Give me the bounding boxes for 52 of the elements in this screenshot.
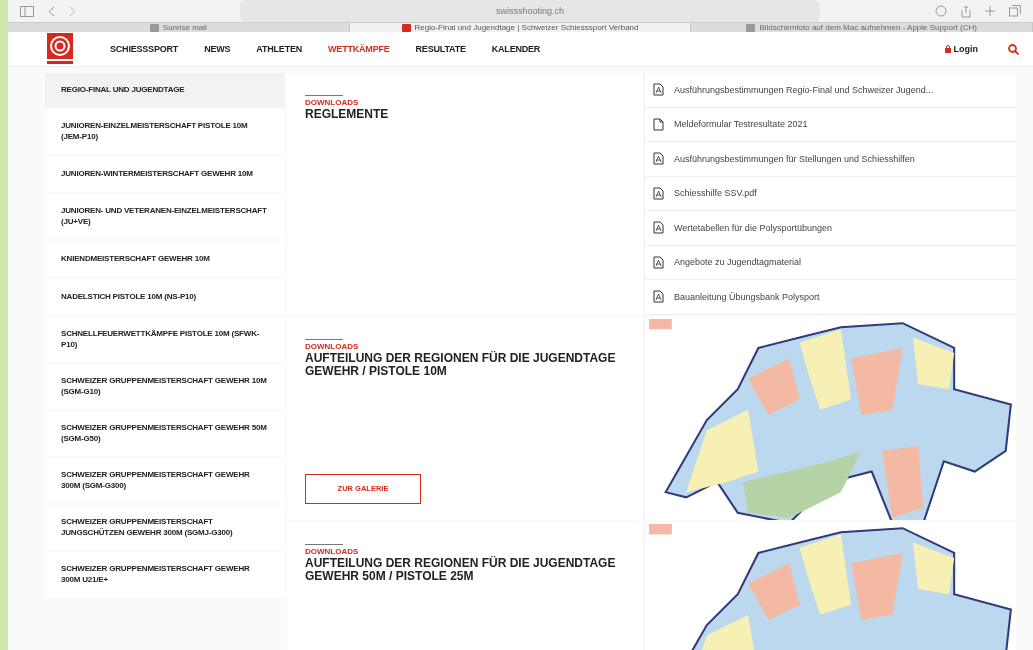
- lock-icon: [944, 45, 951, 53]
- download-link[interactable]: Ausführungsbestimmungen für Stellungen und Schiesshilfen: [645, 142, 1016, 177]
- back-icon[interactable]: [48, 5, 55, 17]
- share-icon[interactable]: [961, 4, 971, 18]
- section-eyebrow: DOWNLOADS: [305, 98, 360, 107]
- browser-tab[interactable]: Bildschirmfoto auf dem Mac aufnehmen - Apple Support (CH): [691, 23, 1033, 32]
- section-eyebrow: DOWNLOADS: [305, 546, 360, 556]
- download-link[interactable]: Meldeformular Testresultate 2021: [645, 107, 1016, 142]
- logo-icon[interactable]: [44, 32, 74, 66]
- sidebar-item[interactable]: JUNIOREN-WINTERMEISTERSCHAFT GEWEHR 10M: [45, 156, 285, 192]
- download-link[interactable]: Bauanleitung Übungsbank Polysport: [645, 280, 1016, 315]
- download-link[interactable]: Angebote zu Jugendtagmaterial: [645, 245, 1016, 280]
- login-link[interactable]: Login: [944, 44, 978, 54]
- nav-link[interactable]: WETTKÄMPFE: [328, 44, 390, 54]
- nav-link[interactable]: SCHIESSSPORT: [110, 44, 179, 54]
- sidebar-item[interactable]: SCHWEIZER GRUPPENMEISTERSCHAFT GEWEHR 300M U21/E+: [45, 552, 285, 597]
- forward-icon[interactable]: [69, 5, 76, 17]
- browser-tab[interactable]: Regio-Final und Jugendtage | Schweizer Schiesssport Verband: [349, 23, 692, 32]
- sidebar-item[interactable]: SCHWEIZER GRUPPENMEISTERSCHAFT GEWEHR 10M (SGM-G10): [45, 364, 285, 409]
- pdf-file-icon: [653, 152, 664, 166]
- search-icon[interactable]: [1008, 43, 1019, 55]
- add-icon[interactable]: [985, 6, 995, 16]
- sidebar-item[interactable]: SCHNELLFEUERWETTKÄMPFE PISTOLE 10M (SFWK-P10): [45, 317, 285, 362]
- sidebar-item[interactable]: JUNIOREN- UND VETERANEN-EINZELMEISTERSCHAFT (JU+VE): [45, 194, 285, 239]
- address-field[interactable]: swissshooting.ch: [240, 0, 820, 22]
- download-link[interactable]: Ausführungsbestimmungen Regio-Final und Schweizer Jugend...: [645, 73, 1016, 108]
- pdf-file-icon: [653, 255, 664, 269]
- nav-link[interactable]: NEWS: [204, 44, 231, 54]
- section-title: REGLEMENTE: [305, 108, 390, 122]
- pdf-file-icon: [653, 83, 664, 97]
- browser-tab[interactable]: Sunrise mail: [8, 23, 350, 32]
- sidebar-item[interactable]: JUNIOREN-EINZELMEISTERSCHAFT PISTOLE 10M (JEM-P10): [45, 109, 285, 154]
- sidebar-item[interactable]: SCHWEIZER GRUPPENMEISTERSCHAFT GEWEHR 300M (SGM-G300): [45, 458, 285, 503]
- sidebar-item[interactable]: REGIO-FINAL UND JUGENDTAGE: [45, 73, 285, 107]
- sidebar-item[interactable]: SCHWEIZER GRUPPENMEISTERSCHAFT GEWEHR 50M (SGM-G50): [45, 411, 285, 456]
- sidebar-item[interactable]: SCHWEIZER GRUPPENMEISTERSCHAFT JUNGSCHÜTZEN GEWEHR 300M (SGMJ-G300): [45, 505, 285, 550]
- sidebar-item[interactable]: KNIENDMEISTERSCHAFT GEWEHR 10M: [45, 241, 285, 277]
- download-link[interactable]: Schiesshilfe SSV.pdf: [645, 176, 1016, 211]
- download-link[interactable]: Wertetabellen für die Polysportübungen: [645, 211, 1016, 246]
- section-title: AUFTEILUNG DER REGIONEN FÜR DIE JUGENDTAGE GEWEHR 50M / PISTOLE 25M: [305, 556, 617, 585]
- nav-link[interactable]: KALENDER: [491, 44, 541, 54]
- tabs-icon[interactable]: [1009, 5, 1021, 17]
- pdf-file-icon: [653, 221, 664, 235]
- sidebar-item[interactable]: NADELSTICH PISTOLE 10M (NS-P10): [45, 279, 285, 315]
- section-eyebrow: DOWNLOADS: [305, 341, 360, 351]
- sidebar-icon[interactable]: [20, 5, 34, 17]
- section-title: AUFTEILUNG DER REGIONEN FÜR DIE JUGENDTAGE GEWEHR / PISTOLE 10M: [305, 351, 617, 380]
- nav-link[interactable]: RESULTATE: [415, 44, 466, 54]
- file-icon: [653, 117, 664, 131]
- pdf-file-icon: [653, 290, 664, 304]
- pdf-file-icon: [653, 186, 664, 200]
- nav-link[interactable]: ATHLETEN: [256, 44, 303, 54]
